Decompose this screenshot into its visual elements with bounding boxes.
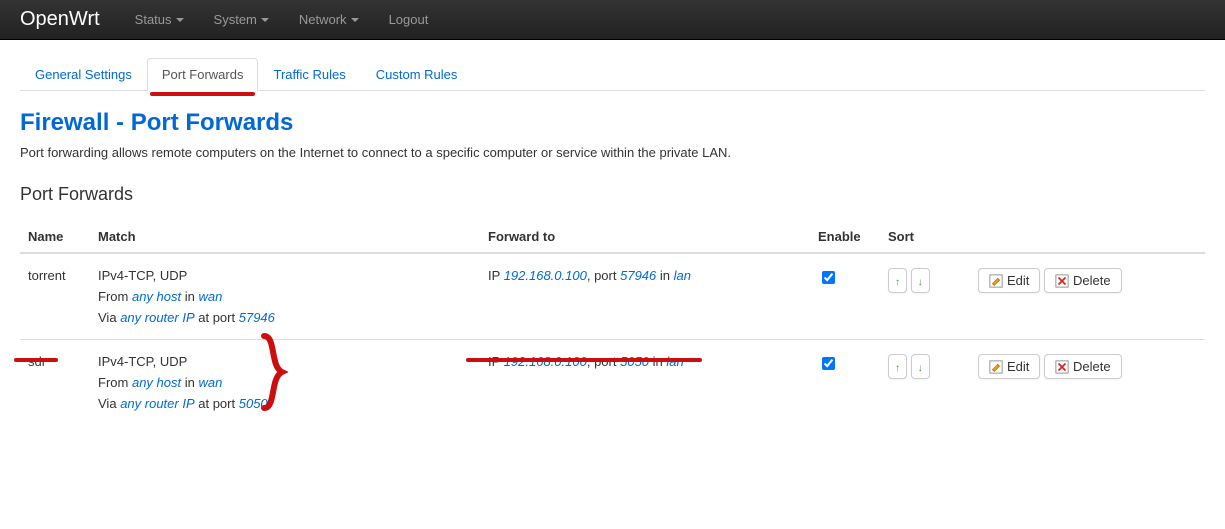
match-proto: IPv4-TCP, UDP [98, 354, 472, 369]
edit-label: Edit [1007, 273, 1029, 288]
table-row: sdr IPv4-TCP, UDP From any host in wan V… [20, 340, 1205, 426]
arrow-up-icon [895, 359, 900, 374]
edit-label: Edit [1007, 359, 1029, 374]
chevron-down-icon [261, 18, 269, 22]
annotation-underline [150, 92, 256, 96]
page-title: Firewall - Port Forwards [20, 109, 1205, 137]
match-via-port: 57946 [239, 310, 275, 325]
match-proto: IPv4-TCP, UDP [98, 268, 472, 283]
edit-icon [989, 274, 1003, 288]
forward-port: 57946 [620, 268, 656, 283]
match-from-zone: wan [199, 289, 223, 304]
col-name: Name [20, 221, 90, 253]
forward-zone: lan [674, 268, 691, 283]
page-description: Port forwarding allows remote computers … [20, 145, 1205, 160]
tab-port-forwards-label: Port Forwards [162, 67, 244, 82]
match-via-router: any router IP [120, 310, 194, 325]
nav-logout[interactable]: Logout [374, 2, 444, 37]
rule-name: sdr [28, 354, 46, 369]
chevron-down-icon [351, 18, 359, 22]
forward-ip: 192.168.0.100 [504, 354, 587, 369]
nav-network[interactable]: Network [284, 2, 374, 37]
tab-general-settings[interactable]: General Settings [20, 58, 147, 91]
navbar: OpenWrt Status System Network Logout [0, 0, 1225, 40]
arrow-up-icon [895, 273, 900, 288]
col-sort: Sort [880, 221, 970, 253]
nav-logout-label: Logout [389, 12, 429, 27]
sort-up-button[interactable] [888, 354, 907, 379]
delete-icon [1055, 360, 1069, 374]
rule-match: IPv4-TCP, UDP From any host in wan Via a… [90, 340, 480, 426]
forward-port: 5050 [620, 354, 649, 369]
sort-down-button[interactable] [911, 268, 930, 293]
match-via-router: any router IP [120, 396, 194, 411]
match-from-zone: wan [199, 375, 223, 390]
nav-status-label: Status [135, 12, 172, 27]
tabs: General Settings Port Forwards Traffic R… [20, 58, 1205, 91]
enable-checkbox[interactable] [822, 357, 835, 370]
section-title: Port Forwards [20, 184, 1205, 205]
rule-forward: IP 192.168.0.100, port 57946 in lan [480, 253, 810, 340]
edit-icon [989, 360, 1003, 374]
tab-custom-rules[interactable]: Custom Rules [361, 58, 473, 91]
forward-ip: 192.168.0.100 [504, 268, 587, 283]
col-actions [970, 221, 1205, 253]
tab-traffic-rules[interactable]: Traffic Rules [258, 58, 360, 91]
match-from-host: any host [132, 289, 181, 304]
edit-button[interactable]: Edit [978, 268, 1040, 293]
tab-port-forwards[interactable]: Port Forwards [147, 58, 259, 91]
nav-status[interactable]: Status [120, 2, 199, 37]
table-row: torrent IPv4-TCP, UDP From any host in w… [20, 253, 1205, 340]
arrow-down-icon [918, 273, 923, 288]
rule-name: torrent [20, 253, 90, 340]
col-enable: Enable [810, 221, 880, 253]
port-forwards-table: Name Match Forward to Enable Sort torren… [20, 221, 1205, 425]
match-via-port: 5050 [239, 396, 268, 411]
chevron-down-icon [176, 18, 184, 22]
col-match: Match [90, 221, 480, 253]
match-from-host: any host [132, 375, 181, 390]
delete-button[interactable]: Delete [1044, 268, 1122, 293]
delete-label: Delete [1073, 273, 1111, 288]
arrow-down-icon [918, 359, 923, 374]
delete-icon [1055, 274, 1069, 288]
delete-label: Delete [1073, 359, 1111, 374]
rule-forward: IP 192.168.0.100, port 5050 in lan [480, 340, 810, 426]
nav-system[interactable]: System [199, 2, 284, 37]
edit-button[interactable]: Edit [978, 354, 1040, 379]
sort-down-button[interactable] [911, 354, 930, 379]
delete-button[interactable]: Delete [1044, 354, 1122, 379]
forward-zone: lan [666, 354, 683, 369]
nav-network-label: Network [299, 12, 347, 27]
col-forward: Forward to [480, 221, 810, 253]
nav-system-label: System [214, 12, 257, 27]
rule-match: IPv4-TCP, UDP From any host in wan Via a… [90, 253, 480, 340]
sort-up-button[interactable] [888, 268, 907, 293]
enable-checkbox[interactable] [822, 271, 835, 284]
brand: OpenWrt [20, 8, 100, 31]
